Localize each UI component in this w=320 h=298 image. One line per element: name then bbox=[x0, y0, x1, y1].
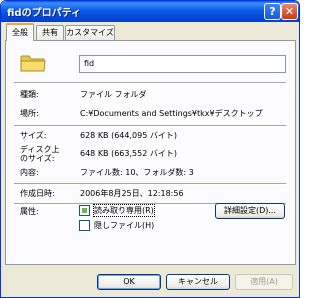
created-value: 2006年8月25日、12:18:56 bbox=[80, 189, 184, 198]
divider bbox=[14, 183, 286, 185]
tab-sharing[interactable]: 共有 bbox=[36, 25, 64, 40]
window-title: fidのプロパティ bbox=[7, 8, 81, 19]
advanced-button[interactable]: 詳細設定(D)... bbox=[215, 203, 285, 219]
help-button[interactable]: ? bbox=[264, 3, 281, 20]
ok-button[interactable]: OK bbox=[97, 274, 161, 290]
contents-value: ファイル数: 10、フォルダ数: 3 bbox=[80, 168, 194, 177]
attributes-label: 属性: bbox=[20, 207, 39, 216]
folder-icon bbox=[20, 55, 46, 72]
readonly-checkbox-label[interactable]: 読み取り専用(R) bbox=[93, 204, 155, 217]
title-bar[interactable]: fidのプロパティ ? ✕ bbox=[1, 1, 299, 22]
apply-button[interactable]: 適用(A) bbox=[235, 274, 293, 290]
size-value: 628 KB (644,095 バイト) bbox=[80, 131, 177, 140]
divider bbox=[14, 82, 286, 84]
tab-customize[interactable]: カスタマイズ bbox=[65, 25, 115, 40]
type-label: 種類: bbox=[20, 90, 39, 99]
contents-label: 内容: bbox=[20, 168, 39, 177]
type-value: ファイル フォルダ bbox=[80, 90, 147, 99]
size-on-disk-label-line2: のサイズ: bbox=[20, 154, 55, 163]
location-value: C:¥Documents and Settings¥tkx¥デスクトップ bbox=[80, 109, 263, 118]
close-button[interactable]: ✕ bbox=[281, 3, 298, 20]
general-panel: fid 種類: ファイル フォルダ 場所: C:¥Documents and S… bbox=[5, 40, 296, 265]
size-label: サイズ: bbox=[20, 131, 47, 140]
hidden-checkbox-label[interactable]: 隠しファイル(H) bbox=[94, 220, 154, 231]
size-on-disk-value: 648 KB (663,552 バイト) bbox=[80, 149, 177, 158]
created-label: 作成日時: bbox=[20, 189, 55, 198]
divider bbox=[14, 125, 286, 127]
hidden-checkbox[interactable] bbox=[79, 220, 90, 231]
location-label: 場所: bbox=[20, 109, 39, 118]
readonly-checkbox[interactable] bbox=[79, 205, 90, 216]
folder-name-input[interactable]: fid bbox=[79, 55, 286, 73]
cancel-button[interactable]: キャンセル bbox=[166, 274, 230, 290]
properties-window: fidのプロパティ ? ✕ 全般 共有 カスタマイズ fid 種類: ファイル … bbox=[0, 0, 300, 298]
tab-general[interactable]: 全般 bbox=[6, 23, 34, 41]
